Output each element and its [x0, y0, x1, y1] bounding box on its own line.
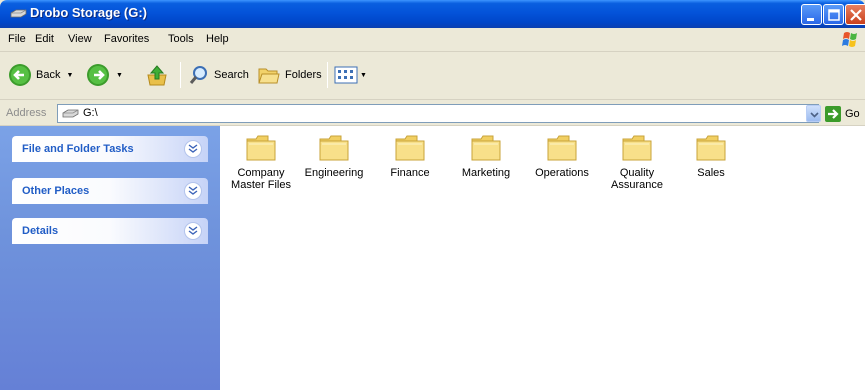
go-button[interactable]: Go [825, 105, 863, 123]
menu-help[interactable]: Help [206, 33, 229, 45]
views-dropdown-icon[interactable]: ▼ [360, 72, 367, 79]
menu-bar: File Edit View Favorites Tools Help [0, 28, 865, 52]
address-value: G:\ [83, 107, 98, 119]
folder-icon [696, 135, 726, 161]
go-label: Go [845, 108, 860, 120]
toolbar: Back ▼ ▼ Search Folders ▼ [0, 52, 865, 100]
back-dropdown-icon[interactable]: ▼ [66, 72, 73, 79]
folder-label: Marketing [461, 167, 511, 179]
menu-tools[interactable]: Tools [168, 33, 194, 45]
search-button[interactable]: Search [188, 62, 249, 88]
folder-icon [622, 135, 652, 161]
expand-chevron-icon[interactable] [184, 222, 202, 240]
folder-icon [471, 135, 501, 161]
go-arrow-icon [825, 106, 841, 122]
folder-item[interactable]: Operations [523, 133, 601, 179]
panel-other-places[interactable]: Other Places [12, 178, 208, 204]
panel-title[interactable]: File and Folder Tasks [22, 143, 134, 155]
address-label: Address [6, 107, 47, 119]
expand-chevron-icon[interactable] [184, 182, 202, 200]
folder-label: Finance [390, 167, 430, 179]
folder-item[interactable]: Finance [371, 133, 449, 179]
folder-label-line2: Assurance [611, 179, 663, 191]
search-icon [189, 66, 207, 84]
folders-icon [258, 68, 280, 84]
menu-view[interactable]: View [68, 33, 92, 45]
minimize-icon [807, 18, 814, 21]
forward-arrow-icon [87, 64, 109, 86]
window-title: Drobo Storage (G:) [30, 5, 147, 20]
folder-icon [395, 135, 425, 161]
forward-button[interactable]: ▼ [86, 62, 123, 88]
folder-label-line1: Quality [619, 167, 655, 179]
folder-view[interactable]: Company Master Files Engineering Finance [220, 126, 865, 390]
folder-icon [547, 135, 577, 161]
folder-item[interactable]: Company Master Files [222, 133, 300, 191]
forward-dropdown-icon[interactable]: ▼ [116, 72, 123, 79]
menu-favorites[interactable]: Favorites [104, 33, 149, 45]
maximize-button[interactable] [823, 4, 844, 25]
address-field[interactable]: G:\ [57, 104, 819, 123]
folder-item[interactable]: Sales [672, 133, 750, 179]
panel-file-and-folder-tasks[interactable]: File and Folder Tasks [12, 136, 208, 162]
views-grid-icon [334, 66, 358, 84]
close-button[interactable] [845, 4, 865, 25]
search-label: Search [214, 69, 249, 81]
task-pane: File and Folder Tasks Other Places Detai… [0, 126, 220, 390]
folders-label: Folders [285, 69, 322, 81]
close-icon [850, 9, 862, 21]
maximize-icon [828, 9, 840, 21]
panel-title[interactable]: Details [22, 225, 58, 237]
folder-icon [319, 135, 349, 161]
folder-label-line1: Company [237, 167, 285, 179]
title-bar[interactable]: Drobo Storage (G:) [0, 0, 865, 28]
drive-icon [10, 9, 27, 18]
back-button[interactable]: Back ▼ [8, 62, 73, 88]
folder-label: Operations [535, 167, 589, 179]
folder-up-icon [147, 65, 167, 86]
folder-item[interactable]: Marketing [447, 133, 525, 179]
drive-icon [62, 109, 79, 118]
minimize-button[interactable] [801, 4, 822, 25]
menu-file[interactable]: File [8, 33, 26, 45]
address-bar: Address G:\ Go [0, 101, 865, 126]
up-button[interactable] [145, 62, 169, 88]
folder-item[interactable]: Quality Assurance [598, 133, 676, 191]
explorer-window: Drobo Storage (G:) File Edit View Favori… [0, 0, 865, 390]
expand-chevron-icon[interactable] [184, 140, 202, 158]
windows-logo-icon [842, 32, 857, 47]
folder-label: Sales [697, 167, 725, 179]
panel-title[interactable]: Other Places [22, 185, 89, 197]
folder-icon [246, 135, 276, 161]
back-label: Back [36, 69, 61, 81]
chevron-down-icon [810, 112, 819, 118]
folders-button[interactable]: Folders [257, 62, 322, 88]
folder-label: Engineering [304, 167, 364, 179]
folder-label-line2: Master Files [231, 179, 291, 191]
address-dropdown-button[interactable] [806, 105, 821, 122]
folder-item[interactable]: Engineering [295, 133, 373, 179]
menu-edit[interactable]: Edit [35, 33, 54, 45]
panel-details[interactable]: Details [12, 218, 208, 244]
back-arrow-icon [9, 64, 31, 86]
views-button[interactable]: ▼ [334, 62, 367, 88]
